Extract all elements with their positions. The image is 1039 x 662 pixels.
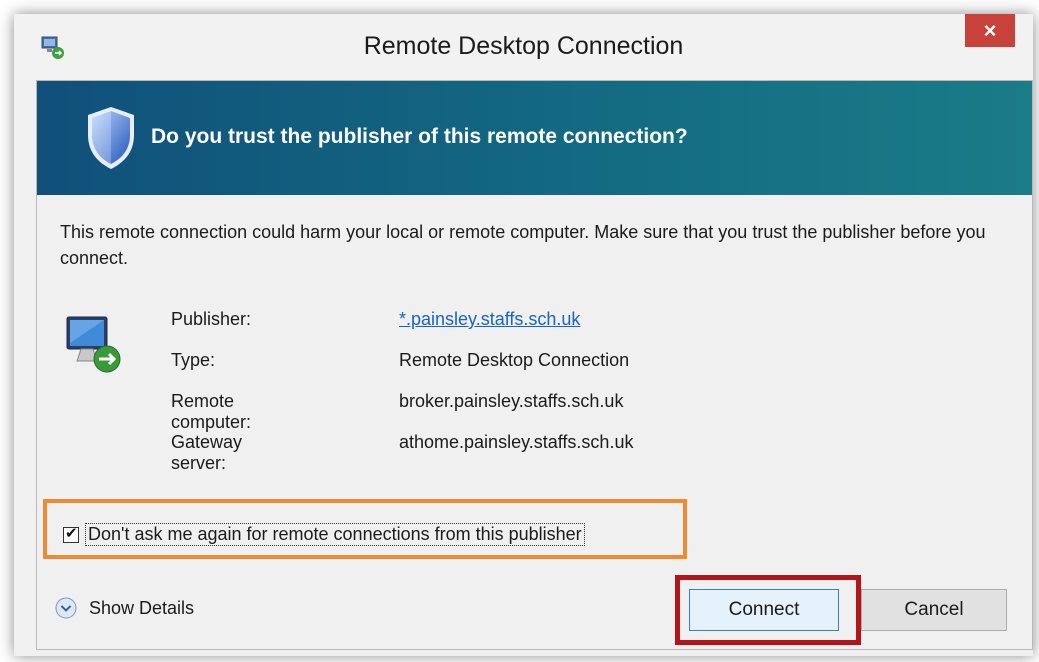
publisher-link[interactable]: *.painsley.staffs.sch.uk	[399, 309, 580, 330]
show-details-toggle[interactable]: Show Details	[55, 597, 194, 619]
content-panel: Do you trust the publisher of this remot…	[36, 80, 1033, 650]
dont-ask-checkbox-row[interactable]: ✔ Don't ask me again for remote connecti…	[63, 523, 585, 546]
connect-button[interactable]: Connect	[689, 589, 839, 631]
dont-ask-checkbox[interactable]: ✔	[63, 524, 79, 543]
title-bar: Remote Desktop Connection ×	[14, 14, 1033, 80]
chevron-down-circle-icon[interactable]	[55, 597, 77, 619]
remote-desktop-dialog: Remote Desktop Connection × Do you trust…	[14, 14, 1033, 656]
show-details-label[interactable]: Show Details	[89, 598, 194, 619]
detail-label: Publisher:	[171, 309, 252, 329]
detail-value: broker.painsley.staffs.sch.uk	[399, 391, 624, 411]
close-icon: ×	[983, 17, 997, 43]
banner-heading: Do you trust the publisher of this remot…	[151, 125, 688, 148]
checkmark-icon: ✔	[65, 524, 78, 542]
detail-label: Remote computer:	[171, 391, 252, 432]
window-title: Remote Desktop Connection	[363, 32, 684, 60]
warning-text: This remote connection could harm your l…	[60, 222, 986, 268]
detail-label: Type:	[171, 350, 216, 370]
close-button[interactable]: ×	[965, 14, 1015, 47]
cancel-button[interactable]: Cancel	[861, 589, 1007, 631]
trust-banner: Do you trust the publisher of this remot…	[37, 81, 1032, 195]
computer-connection-icon	[66, 316, 121, 373]
dont-ask-checkbox-label[interactable]: Don't ask me again for remote connection…	[85, 523, 585, 546]
detail-value: Remote Desktop Connection	[399, 350, 630, 370]
detail-value: athome.painsley.staffs.sch.uk	[399, 432, 634, 452]
detail-label: Gateway server:	[171, 432, 243, 473]
shield-icon	[88, 107, 134, 169]
